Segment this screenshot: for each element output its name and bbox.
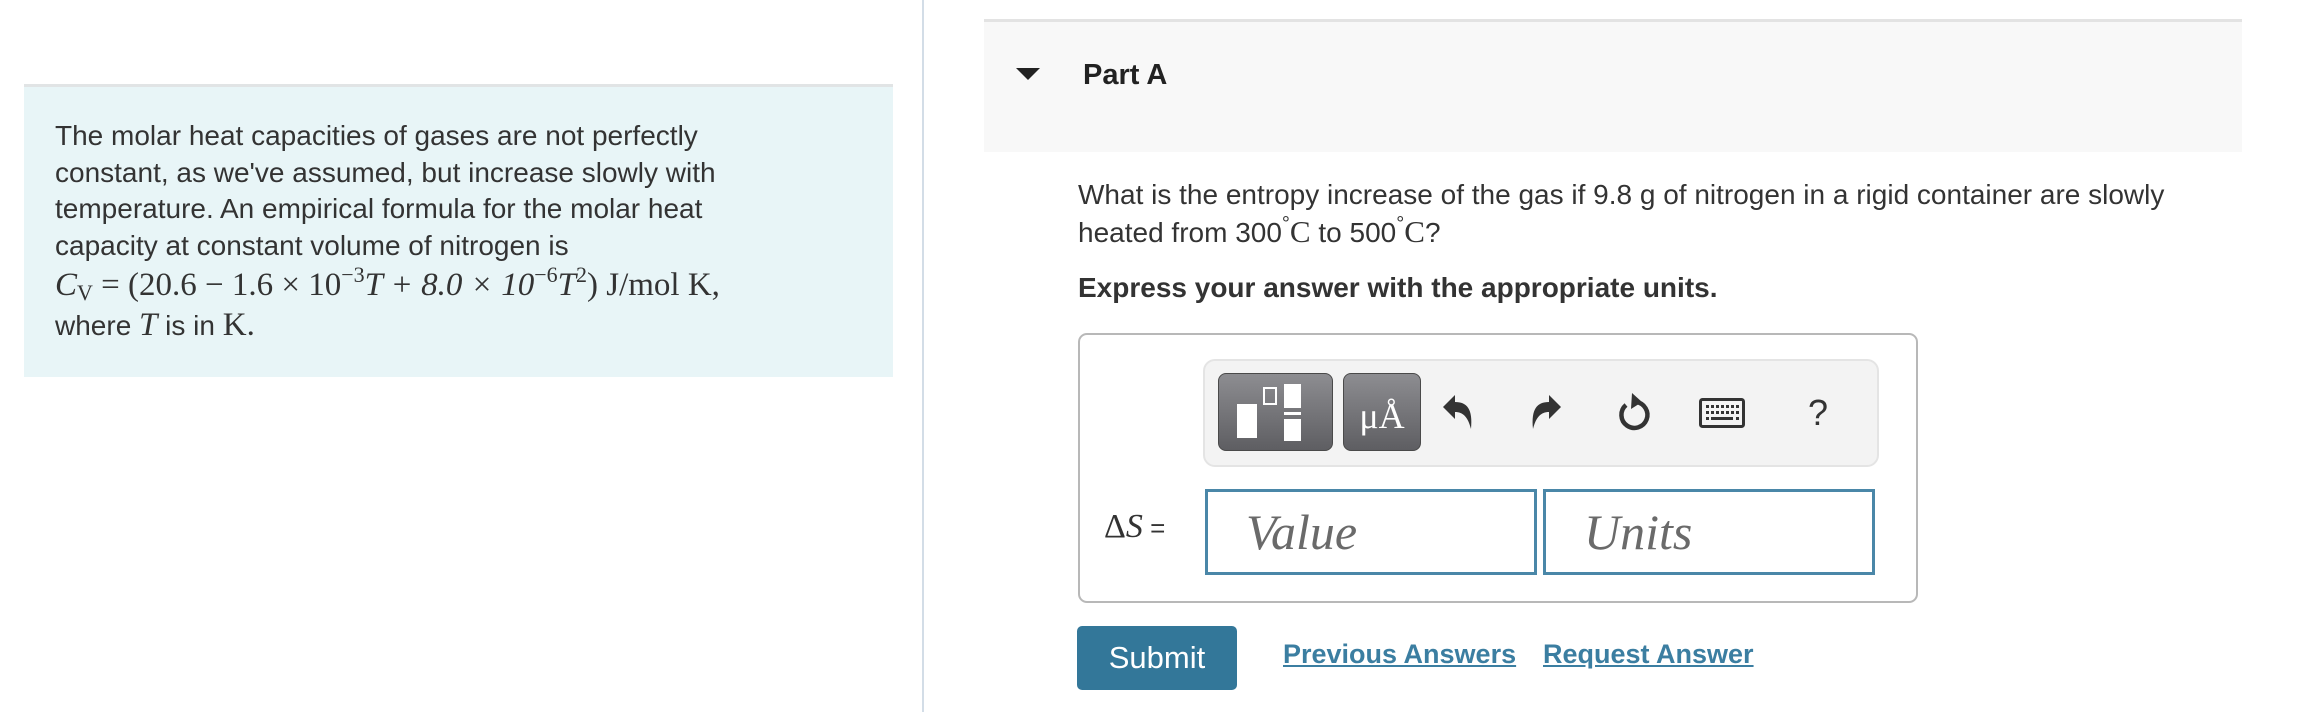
intro-line: capacity at constant volume of nitrogen … [55, 229, 569, 261]
question-line: heated from 300 [1078, 217, 1282, 248]
formula-exponent: −3 [341, 262, 365, 287]
where-text: is in [157, 310, 223, 341]
heat-capacity-formula: CV = (20.6 − 1.6 × 10−3T + 8.0 × 10−6T2)… [55, 264, 885, 307]
formula-exponent: 2 [575, 262, 587, 287]
celsius-unit: C [1289, 214, 1311, 249]
formula-units: ) J/mol K, [586, 267, 720, 303]
where-var: T [139, 307, 158, 343]
undo-icon [1443, 395, 1472, 429]
degree-symbol: ° [1281, 213, 1290, 235]
formula-part: = (20.6 − 1.6 × 10 [92, 267, 342, 303]
formula-exponent: −6 [534, 262, 558, 287]
question-text: What is the entropy increase of the gas … [1078, 176, 2258, 251]
question-line: What is the entropy increase of the gas … [1078, 179, 2165, 210]
formula-subscript: V [77, 280, 93, 305]
intro-line: The molar heat capacities of gases are n… [55, 120, 698, 151]
intro-line: temperature. An empirical formula for th… [55, 193, 703, 224]
answer-instruction: Express your answer with the appropriate… [1078, 272, 1718, 303]
where-text: where [55, 310, 140, 341]
help-button[interactable]: ? [1793, 383, 1843, 443]
previous-answers-link[interactable]: Previous Answers [1283, 639, 1516, 670]
pane-divider[interactable] [922, 0, 924, 712]
value-input[interactable] [1205, 489, 1537, 575]
entropy-var: S [1125, 508, 1143, 545]
reset-button[interactable] [1609, 383, 1659, 443]
intro-panel: The molar heat capacities of gases are n… [24, 84, 893, 377]
request-answer-link[interactable]: Request Answer [1543, 639, 1754, 670]
intro-line: constant, as we've assumed, but increase… [55, 156, 716, 188]
fraction-template-icon [1237, 384, 1301, 441]
question-mark: ? [1424, 217, 1441, 248]
formula-cv-symbol: C [55, 267, 78, 303]
intro-where-line: where T is in K. [55, 307, 885, 345]
keyboard-button[interactable] [1697, 383, 1747, 443]
redo-button[interactable] [1521, 383, 1571, 443]
part-title: Part A [1083, 59, 1168, 91]
submit-button[interactable]: Submit [1077, 626, 1237, 690]
formula-var: T [557, 267, 576, 303]
templates-button[interactable] [1218, 373, 1333, 451]
reset-icon [1619, 393, 1650, 431]
units-button[interactable]: μÅ [1343, 373, 1421, 451]
celsius-unit: C [1404, 214, 1425, 249]
intro-text: The molar heat capacities of gases are n… [55, 118, 885, 345]
equals-sign: = [1142, 513, 1166, 543]
redo-icon [1532, 395, 1561, 429]
delta-symbol: Δ [1104, 508, 1126, 545]
question-line: to 500 [1310, 217, 1397, 248]
where-unit: K. [222, 307, 255, 343]
part-a-header[interactable]: Part A [984, 19, 2242, 152]
collapse-triangle-icon[interactable] [1016, 68, 1040, 80]
undo-button[interactable] [1433, 383, 1483, 443]
keyboard-icon [1699, 398, 1745, 428]
formula-part: T + 8.0 × 10 [364, 267, 535, 303]
answer-label: ΔS = [1104, 508, 1165, 546]
units-input[interactable] [1543, 489, 1875, 575]
math-toolbar: μÅ ? [1203, 359, 1879, 467]
